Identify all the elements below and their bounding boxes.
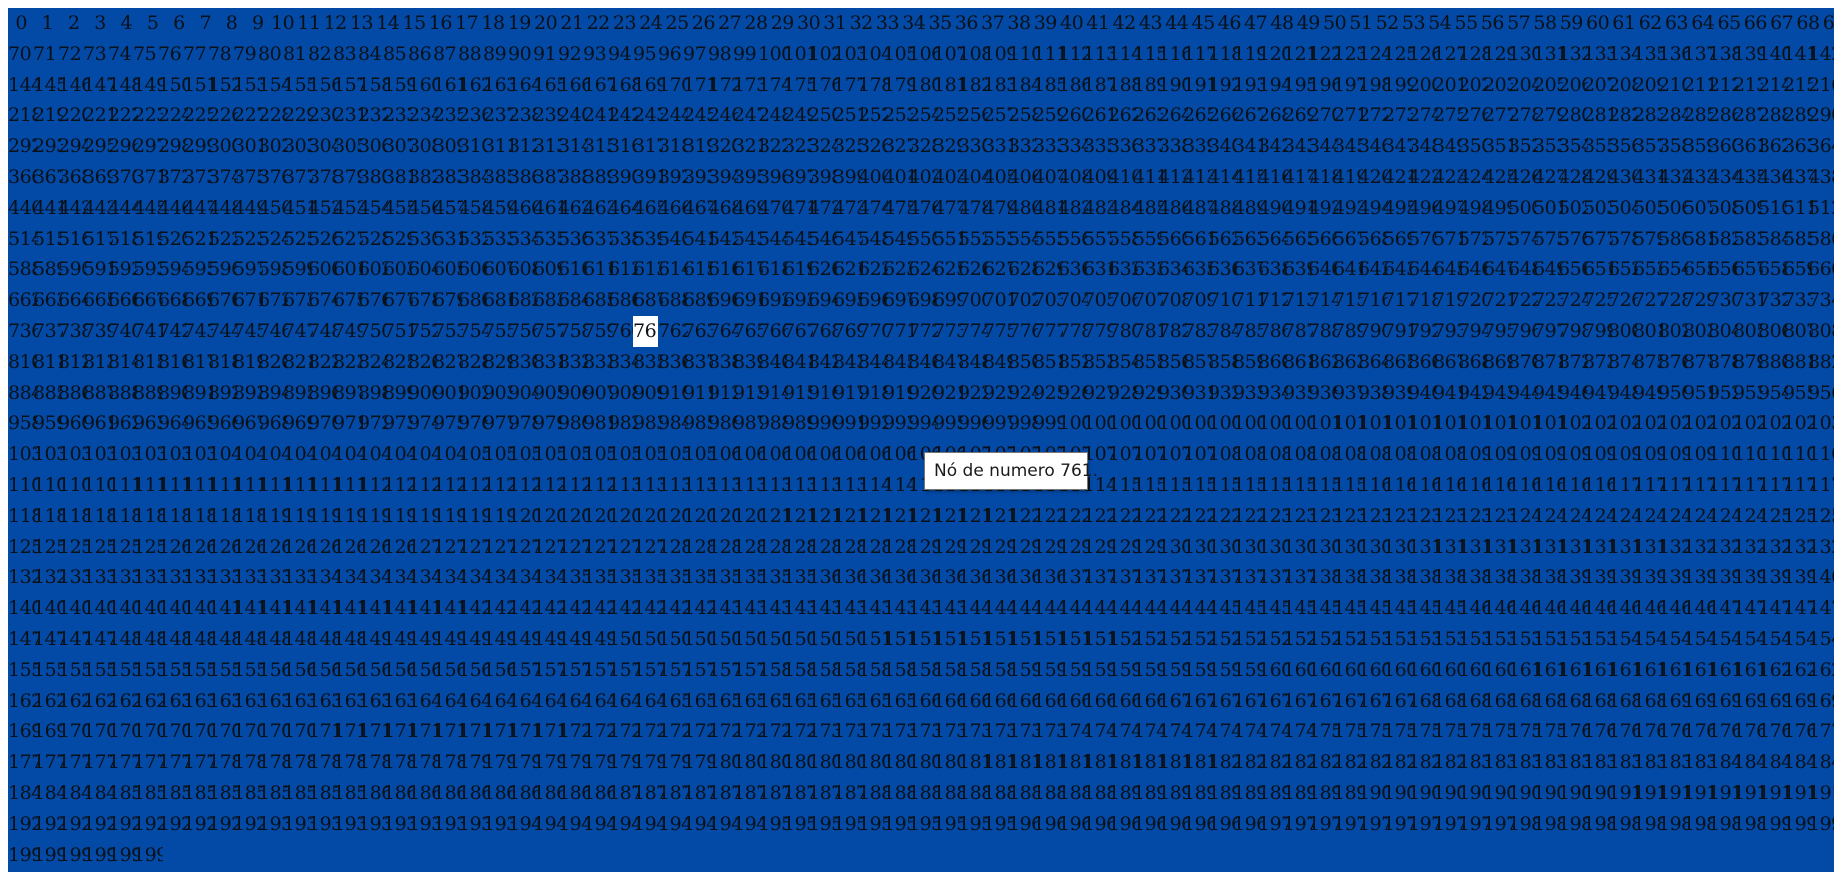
- node-grid: 0 1 2 3 4 5 6 7 8 9 10 11 12 13 14 15 16 17 18 19 20 21 22 23 24…: [8, 8, 1834, 872]
- node-216[interactable]: 216: [1808, 70, 1834, 101]
- node-1031[interactable]: 1031: [1833, 408, 1834, 439]
- node-1400[interactable]: 1400: [1808, 562, 1834, 593]
- node-1548[interactable]: 1548: [1808, 624, 1834, 655]
- node-143[interactable]: 143: [1833, 39, 1834, 70]
- node-2[interactable]: 2: [61, 8, 87, 39]
- node-512[interactable]: 512: [1808, 193, 1834, 224]
- node-291[interactable]: 291: [1833, 100, 1834, 131]
- grid-row: 199419951996199719981999: [8, 840, 1834, 871]
- node-365[interactable]: 365: [1833, 131, 1834, 162]
- node-438[interactable]: 438: [1808, 162, 1834, 193]
- node-587[interactable]: 587: [1833, 224, 1834, 255]
- node-1844[interactable]: 1844: [1808, 747, 1834, 778]
- node-5[interactable]: 5: [140, 8, 166, 39]
- node-1993[interactable]: 1993: [1833, 809, 1834, 840]
- node-1697[interactable]: 1697: [1833, 686, 1834, 717]
- grid-row: 1624162516261627162816291630163116321633…: [8, 686, 1834, 717]
- node-142[interactable]: 142: [1808, 39, 1834, 70]
- node-1623[interactable]: 1623: [1833, 655, 1834, 686]
- node-0[interactable]: 0: [8, 8, 34, 39]
- grid-row: 1180118111821183118411851186118711881189…: [8, 501, 1834, 532]
- node-809[interactable]: 809: [1833, 316, 1834, 347]
- node-1105[interactable]: 1105: [1833, 439, 1834, 470]
- node-4[interactable]: 4: [113, 8, 139, 39]
- node-290[interactable]: 290: [1808, 100, 1834, 131]
- node-1252[interactable]: 1252: [1808, 501, 1834, 532]
- node-7[interactable]: 7: [192, 8, 218, 39]
- node-956[interactable]: 956: [1808, 378, 1834, 409]
- grid-row: 292 293 294 295 296 297 298 299 300 301 302 303 304 3…: [8, 131, 1834, 162]
- node-217[interactable]: 217: [1833, 70, 1834, 101]
- node-734[interactable]: 734: [1808, 285, 1834, 316]
- grid-row: 1772177317741775177617771778177917801781…: [8, 747, 1834, 778]
- node-1845[interactable]: 1845: [1833, 747, 1834, 778]
- node-513[interactable]: 513: [1833, 193, 1834, 224]
- grid-row: 144 145 146 147 148 149 150 151 152 153 154 155 156 1…: [8, 70, 1834, 101]
- node-586[interactable]: 586: [1808, 224, 1834, 255]
- node-660[interactable]: 660: [1808, 254, 1834, 285]
- grid-row: 1328132913301331133213331334133513361337…: [8, 562, 1834, 593]
- node-1178[interactable]: 1178: [1808, 470, 1834, 501]
- grid-row: 1402140314041405140614071408140914101411…: [8, 593, 1834, 624]
- grid-row: 440 441 442 443 444 445 446 447 448 449 450 451 452 4…: [8, 193, 1834, 224]
- grid-row: 1254125512561257125812591260126112621263…: [8, 532, 1834, 563]
- grid-row: 514 515 516 517 518 519 520 521 522 523 524 525 526 5…: [8, 224, 1834, 255]
- grid-row: 218 219 220 221 222 223 224 225 226 227 228 229 230 2…: [8, 100, 1834, 131]
- node-1327[interactable]: 1327: [1833, 532, 1834, 563]
- node-1918[interactable]: 1918: [1808, 778, 1834, 809]
- node-661[interactable]: 661: [1833, 254, 1834, 285]
- node-1622[interactable]: 1622: [1808, 655, 1834, 686]
- grid-row: 1698169917001701170217031704170517061707…: [8, 716, 1834, 747]
- node-735[interactable]: 735: [1833, 285, 1834, 316]
- grid-row: 1846184718481849185018511852185318541855…: [8, 778, 1834, 809]
- grid-row: 736 737 738 739 740 741 742 743 744 745 746 747 748 7…: [8, 315, 1834, 347]
- grid-row: 662 663 664 665 666 667 668 669 670 671 672 673 674 6…: [8, 285, 1834, 316]
- grid-row: 810 811 812 813 814 815 816 817 818 819 820 821 822 8…: [8, 347, 1834, 378]
- grid-row: 1032103310341035103610371038103910401041…: [8, 439, 1834, 470]
- grid-row: 1920192119221923192419251926192719281929…: [8, 809, 1834, 840]
- grid-row: 1550155115521553155415551556155715581559…: [8, 655, 1834, 686]
- node-grid-viewport: 0 1 2 3 4 5 6 7 8 9 10 11 12 13 14 15 16 17 18 19 20 21 22 23 24…: [0, 0, 1841, 872]
- node-957[interactable]: 957: [1833, 378, 1834, 409]
- node-1696[interactable]: 1696: [1808, 686, 1834, 717]
- node-882[interactable]: 882: [1808, 347, 1834, 378]
- grid-row: 366 367 368 369 370 371 372 373 374 375 376 377 378 3…: [8, 162, 1834, 193]
- node-9[interactable]: 9: [245, 8, 271, 39]
- grid-row: 1106110711081109111011111112111311141115…: [8, 470, 1834, 501]
- node-3[interactable]: 3: [87, 8, 113, 39]
- node-1104[interactable]: 1104: [1808, 439, 1834, 470]
- node-1549[interactable]: 1549: [1833, 624, 1834, 655]
- node-tooltip: Nó de numero 761.: [924, 452, 1098, 490]
- grid-row: 0 1 2 3 4 5 6 7 8 9 10 11 12 13 14 15 16 17 18 19 20 21 22 23 24…: [8, 8, 1834, 39]
- node-1919[interactable]: 1919: [1833, 778, 1834, 809]
- node-883[interactable]: 883: [1833, 347, 1834, 378]
- node-1179[interactable]: 1179: [1833, 470, 1834, 501]
- grid-row: 588 589 590 591 592 593 594 595 596 597 598 599 600 6…: [8, 254, 1834, 285]
- node-1253[interactable]: 1253: [1833, 501, 1834, 532]
- node-439[interactable]: 439: [1833, 162, 1834, 193]
- node-1475[interactable]: 1475: [1833, 593, 1834, 624]
- grid-row: 958 959 960 961 962 963 964 965 966 967 968 969 970 9…: [8, 408, 1834, 439]
- node-69[interactable]: 69: [1823, 8, 1834, 39]
- grid-row: 884 885 886 887 888 889 890 891 892 893 894 895 896 8…: [8, 378, 1834, 409]
- node-364[interactable]: 364: [1808, 131, 1834, 162]
- node-1030[interactable]: 1030: [1808, 408, 1834, 439]
- node-1771[interactable]: 1771: [1833, 716, 1834, 747]
- node-1[interactable]: 1: [34, 8, 60, 39]
- node-8[interactable]: 8: [218, 8, 244, 39]
- node-1326[interactable]: 1326: [1808, 532, 1834, 563]
- grid-row: 70 71 72 73 74 75 76 77 78 79 80 81 82 83 84 85 86 87 88 89…: [8, 39, 1834, 70]
- grid-row: 1476147714781479148014811482148314841485…: [8, 624, 1834, 655]
- node-1992[interactable]: 1992: [1808, 809, 1834, 840]
- node-1999[interactable]: 1999: [133, 840, 163, 871]
- node-1770[interactable]: 1770: [1808, 716, 1834, 747]
- node-808[interactable]: 808: [1808, 316, 1834, 347]
- node-761[interactable]: 76: [633, 315, 658, 347]
- node-6[interactable]: 6: [166, 8, 192, 39]
- node-1401[interactable]: 1401: [1833, 562, 1834, 593]
- node-1474[interactable]: 1474: [1808, 593, 1834, 624]
